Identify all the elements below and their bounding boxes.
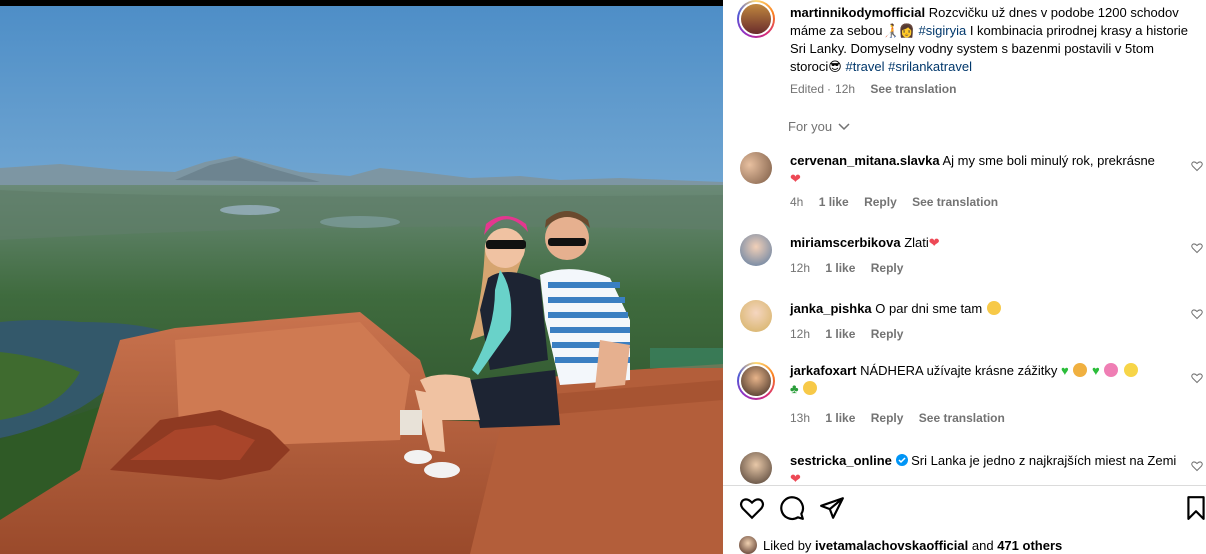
comment-time[interactable]: 4h [790, 195, 803, 209]
comment-like-icon[interactable] [1191, 242, 1203, 254]
comment-time[interactable]: 12h [790, 327, 810, 341]
heart-outline-icon[interactable] [739, 495, 765, 521]
comment-likes[interactable]: 1 like [825, 327, 855, 341]
reply-button[interactable]: Reply [871, 327, 904, 341]
see-translation-button[interactable]: See translation [919, 411, 1005, 425]
comment-body: Zlati [904, 235, 929, 250]
comment-username[interactable]: jarkafoxart [790, 363, 856, 378]
comment-like-icon[interactable] [1191, 160, 1203, 172]
for-you-filter[interactable]: For you [788, 119, 850, 134]
comment-text: janka_pishka O par dni sme tam [790, 300, 1180, 318]
commenter-avatar[interactable] [740, 152, 772, 184]
sunflower-emoji [1123, 363, 1138, 377]
for-you-label: For you [788, 119, 833, 134]
woman-emoji: 👩 [898, 23, 915, 38]
liked-by-and: and [971, 538, 994, 553]
comment-likes[interactable]: 1 like [825, 411, 855, 425]
comment-username[interactable]: cervenan_mitana.slavka [790, 153, 940, 168]
commenter-avatar[interactable] [740, 452, 772, 484]
comment-like-icon[interactable] [1191, 372, 1203, 384]
actions-divider [723, 485, 1206, 486]
reply-button[interactable]: Reply [864, 195, 897, 209]
post-time[interactable]: 12h [835, 82, 855, 96]
liked-by-count[interactable]: 471 others [997, 538, 1062, 553]
red-heart-emoji: ❤ [928, 235, 940, 250]
hashtag-travel[interactable]: #travel [845, 59, 884, 74]
hashtag-srilankatravel[interactable]: #srilankatravel [888, 59, 972, 74]
chevron-down-icon [838, 123, 850, 131]
comment-meta: 12h 1 like Reply [790, 261, 915, 275]
edited-label: Edited [790, 82, 825, 96]
comment-like-icon[interactable] [1191, 308, 1203, 320]
comment-body: Sri Lanka je jedno z najkrajších miest n… [911, 453, 1177, 468]
comment-body: Aj my sme boli minulý rok, prekrásne [942, 153, 1155, 168]
comment-text: cervenan_mitana.slavka Aj my sme boli mi… [790, 152, 1180, 188]
hashtag-sigiryia[interactable]: #sigiryia [919, 23, 967, 38]
green-heart-emoji: ♥ [1060, 363, 1069, 378]
comment-username[interactable]: miriamscerbikova [790, 235, 901, 250]
comment-meta: 4h 1 like Reply See translation [790, 195, 1010, 209]
comment-bubble-icon[interactable] [779, 495, 805, 521]
comment-meta: 13h 1 like Reply See translation [790, 411, 1017, 425]
author-avatar[interactable] [737, 0, 775, 38]
liked-by-prefix: Liked by [763, 538, 812, 553]
comment-time[interactable]: 13h [790, 411, 810, 425]
see-translation-button[interactable]: See translation [912, 195, 998, 209]
commenter-avatar[interactable] [737, 362, 775, 400]
caption-meta: Edited · 12h See translation [790, 82, 957, 96]
caption-see-translation[interactable]: See translation [870, 82, 956, 96]
comment-text: sestricka_online Sri Lanka je jedno z na… [790, 452, 1180, 484]
sunglasses-emoji: 😎 [828, 59, 842, 74]
comment-meta: 12h 1 like Reply [790, 327, 915, 341]
green-heart-emoji: ♥ [1091, 363, 1100, 378]
comment-text: miriamscerbikova Zlati❤ [790, 234, 1180, 252]
liked-by-line: Liked by ivetamalachovskaofficial and 47… [763, 538, 1062, 553]
comment-item: sestricka_online Sri Lanka je jedno z na… [723, 452, 1206, 484]
comment-text: jarkafoxart NÁDHERA užívajte krásne záži… [790, 362, 1180, 398]
sigiriya-photo [0, 0, 723, 554]
comment-likes[interactable]: 1 like [825, 261, 855, 275]
comment-time[interactable]: 12h [790, 261, 810, 275]
comment-body: O par dni sme tam [875, 301, 983, 316]
flower-emoji [1104, 363, 1119, 377]
comment-likes[interactable]: 1 like [819, 195, 849, 209]
comment-like-icon[interactable] [1191, 460, 1203, 472]
pray-emoji [1073, 363, 1088, 377]
reply-button[interactable]: Reply [871, 261, 904, 275]
smile-emoji [986, 301, 1001, 315]
clover-emoji: ♣ [790, 381, 799, 396]
comment-username[interactable]: sestricka_online [790, 453, 892, 468]
post-side-panel: martinnikodymofficial Rozcvičku už dnes … [723, 0, 1206, 554]
commenter-avatar[interactable] [740, 300, 772, 332]
paper-plane-icon[interactable] [819, 495, 845, 521]
commenter-avatar[interactable] [740, 234, 772, 266]
bookmark-icon[interactable] [1183, 495, 1206, 521]
red-heart-emoji: ❤ [790, 471, 801, 484]
red-heart-emoji: ❤ [790, 171, 801, 186]
post-caption: martinnikodymofficial Rozcvičku už dnes … [790, 4, 1190, 76]
reply-button[interactable]: Reply [871, 411, 904, 425]
hearts-face-emoji [803, 381, 818, 395]
walking-emoji: 🧑‍🦯 [882, 23, 899, 38]
author-username[interactable]: martinnikodymofficial [790, 5, 925, 20]
post-photo[interactable] [0, 0, 723, 554]
comment-username[interactable]: janka_pishka [790, 301, 872, 316]
verified-badge-icon [895, 454, 908, 466]
comment-body: NÁDHERA užívajte krásne zážitky [860, 363, 1058, 378]
liker-avatar[interactable] [739, 536, 757, 554]
liked-by-user[interactable]: ivetamalachovskaofficial [815, 538, 968, 553]
